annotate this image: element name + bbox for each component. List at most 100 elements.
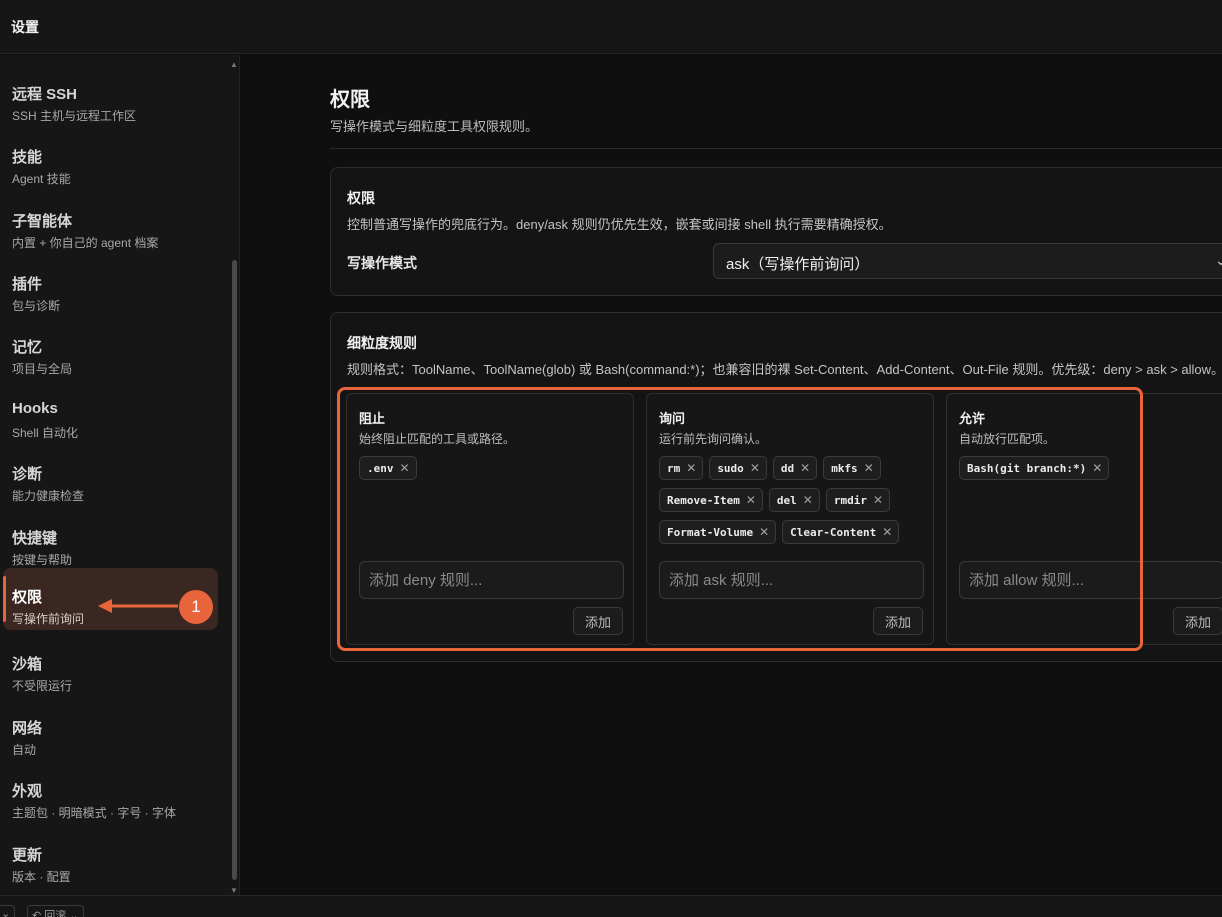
sidebar-item-label: 诊断 <box>12 466 43 483</box>
arrow-left-icon <box>98 599 178 613</box>
rule-chip-text: Bash(git branch:*) <box>967 461 1087 475</box>
chevron-down-icon: ⌄ <box>1215 252 1222 268</box>
close-icon[interactable]: ✕ <box>873 493 883 507</box>
sidebar-item-label: 远程 SSH <box>12 86 78 103</box>
close-icon[interactable]: ✕ <box>759 525 769 539</box>
allow-chip-list: Bash(git branch:*) ✕ <box>959 456 1222 480</box>
close-icon[interactable]: ✕ <box>864 461 874 475</box>
rule-chip: rmdir ✕ <box>825 488 891 512</box>
sidebar-item-label: 快捷键 <box>12 530 58 547</box>
sidebar-item-subagents[interactable]: 子智能体 内置 + 你自己的 agent 档案 <box>3 192 218 254</box>
sidebar-item-label: 权限 <box>12 589 43 606</box>
rule-chip: sudo ✕ <box>709 456 767 480</box>
scroll-down-icon[interactable]: ▼ <box>230 886 238 895</box>
ask-rule-input[interactable] <box>659 561 924 599</box>
scroll-up-icon[interactable]: ▲ <box>230 60 238 69</box>
rule-chip-text: .env <box>367 461 394 475</box>
add-deny-rule-button[interactable]: 添加 <box>573 607 623 635</box>
sidebar-item-sub: 主题包 · 明暗模式 · 字号 · 字体 <box>12 806 176 820</box>
sidebar-item-label: 网络 <box>12 720 43 737</box>
column-title: 询问 <box>659 411 686 426</box>
rule-chip-text: sudo <box>717 461 744 475</box>
sidebar-item-sub: 包与诊断 <box>12 299 61 313</box>
rule-chip-text: rmdir <box>833 493 867 507</box>
column-description: 运行前先询问确认。 <box>659 432 768 446</box>
settings-sidebar: 远程 SSH SSH 主机与远程工作区 技能 Agent 技能 子智能体 内置 … <box>0 55 240 895</box>
close-icon[interactable]: ✕ <box>1092 461 1102 475</box>
close-icon[interactable]: ✕ <box>800 461 810 475</box>
sidebar-item-sub: SSH 主机与远程工作区 <box>12 109 137 123</box>
rollback-button[interactable]: ↶ 回滚 ⌄ <box>27 905 84 917</box>
scrollbar-thumb[interactable] <box>232 260 237 880</box>
deny-chip-list: .env ✕ <box>359 456 629 480</box>
sidebar-item-diagnostics[interactable]: 诊断 能力健康检查 <box>3 445 218 507</box>
allow-rules-column: 允许 自动放行匹配项。 Bash(git branch:*) ✕ 添加 <box>946 393 1222 645</box>
sidebar-item-network[interactable]: 网络 自动 <box>3 699 218 761</box>
rule-chip-text: del <box>776 493 797 507</box>
rule-chip: rm ✕ <box>659 456 704 480</box>
title-bar: 设置 <box>0 0 1222 54</box>
add-allow-rule-button[interactable]: 添加 <box>1173 607 1222 635</box>
rule-chip-text: mkfs <box>831 461 858 475</box>
sidebar-item-sub: Shell 自动化 <box>12 426 79 440</box>
close-icon[interactable]: ✕ <box>400 461 410 475</box>
window-title: 设置 <box>11 19 39 35</box>
sidebar-item-label: 插件 <box>12 276 43 293</box>
rule-chip-text: Clear-Content <box>790 525 877 539</box>
rule-chip: .env ✕ <box>359 456 417 480</box>
sidebar-item-sub: Agent 技能 <box>12 172 71 186</box>
sidebar-item-sub: 写操作前询问 <box>12 612 85 626</box>
bottom-dropdown-button[interactable]: ⌄ <box>0 905 16 917</box>
close-icon[interactable]: ✕ <box>686 461 696 475</box>
card-title: 细粒度规则 <box>347 335 417 351</box>
sidebar-item-sub: 能力健康检查 <box>12 489 85 503</box>
sidebar-item-sub: 不受限运行 <box>12 679 73 693</box>
rule-chip: Clear-Content ✕ <box>782 520 900 544</box>
sidebar-item-sub: 内置 + 你自己的 agent 档案 <box>12 236 159 250</box>
sidebar-item-memory[interactable]: 记忆 项目与全局 <box>3 318 218 380</box>
sidebar-item-appearance[interactable]: 外观 主题包 · 明暗模式 · 字号 · 字体 <box>3 762 218 824</box>
ask-rules-column: 询问 运行前先询问确认。 rm ✕ sudo ✕ dd ✕ mkfs ✕ Remove-… <box>646 393 934 645</box>
sidebar-scrollbar[interactable]: ▲ ▼ <box>230 60 238 895</box>
bottom-bar: ⌄ ↶ 回滚 ⌄ <box>0 895 1222 917</box>
deny-rules-column: 阻止 始终阻止匹配的工具或路径。 .env ✕ 添加 <box>346 393 634 645</box>
card-description: 规则格式：ToolName、ToolName(glob) 或 Bash(comm… <box>347 362 1222 377</box>
sidebar-item-shortcuts[interactable]: 快捷键 按键与帮助 <box>3 509 218 571</box>
sidebar-item-label: 技能 <box>12 149 43 166</box>
sidebar-item-updates[interactable]: 更新 版本 · 配置 <box>3 826 218 888</box>
rule-chip: mkfs ✕ <box>823 456 881 480</box>
rule-chip-text: dd <box>780 461 795 475</box>
column-title: 阻止 <box>359 411 386 426</box>
write-mode-label: 写操作模式 <box>347 255 417 271</box>
divider <box>330 148 1222 149</box>
close-icon[interactable]: ✕ <box>750 461 760 475</box>
column-title: 允许 <box>959 411 986 426</box>
page-description: 写操作模式与细粒度工具权限规则。 <box>330 119 539 134</box>
sidebar-item-label: Hooks <box>12 400 58 417</box>
rule-chip: Format-Volume ✕ <box>659 520 777 544</box>
close-icon[interactable]: ✕ <box>803 493 813 507</box>
sidebar-item-sandbox[interactable]: 沙箱 不受限运行 <box>3 635 218 697</box>
column-description: 自动放行匹配项。 <box>959 432 1056 446</box>
sidebar-item-sub: 自动 <box>12 743 37 757</box>
sidebar-item-sub: 项目与全局 <box>12 362 73 376</box>
rule-chip: dd ✕ <box>772 456 818 480</box>
permissions-card: 权限 控制普通写操作的兜底行为。deny/ask 规则仍优先生效，嵌套或间接 s… <box>330 167 1222 296</box>
sidebar-item-skills[interactable]: 技能 Agent 技能 <box>3 128 218 190</box>
page-title: 权限 <box>330 89 370 111</box>
deny-rule-input[interactable] <box>359 561 624 599</box>
add-ask-rule-button[interactable]: 添加 <box>873 607 923 635</box>
sidebar-item-hooks[interactable]: Hooks Shell 自动化 <box>3 382 218 444</box>
sidebar-item-sub: 版本 · 配置 <box>12 870 71 884</box>
write-mode-select[interactable]: ask（写操作前询问） ⌄ <box>713 243 1222 279</box>
allow-rule-input[interactable] <box>959 561 1222 599</box>
step-badge: 1 <box>179 590 213 624</box>
sidebar-item-remote-ssh[interactable]: 远程 SSH SSH 主机与远程工作区 <box>3 65 218 127</box>
close-icon[interactable]: ✕ <box>882 525 892 539</box>
card-description: 控制普通写操作的兜底行为。deny/ask 规则仍优先生效，嵌套或间接 shel… <box>347 217 892 232</box>
sidebar-item-label: 记忆 <box>12 339 43 356</box>
sidebar-item-label: 更新 <box>12 847 43 864</box>
rule-chip: Remove-Item ✕ <box>659 488 763 512</box>
close-icon[interactable]: ✕ <box>746 493 756 507</box>
sidebar-item-plugins[interactable]: 插件 包与诊断 <box>3 255 218 317</box>
